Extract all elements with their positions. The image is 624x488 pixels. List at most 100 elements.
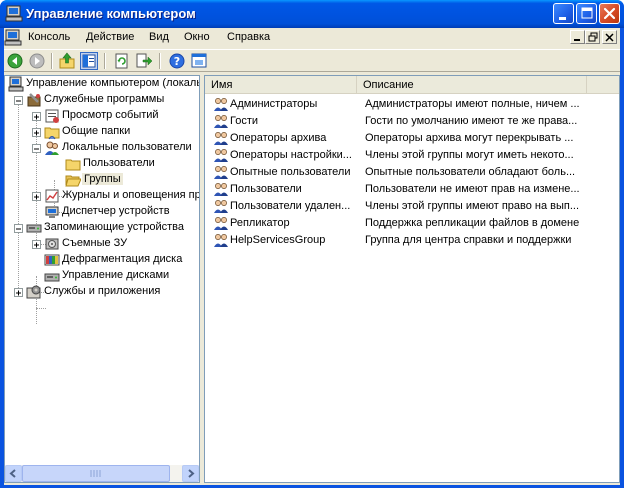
scroll-right-button[interactable] <box>182 465 199 482</box>
tree-item-disk-management[interactable]: Управление дисками <box>62 269 169 281</box>
table-row[interactable]: Гости Гости по умолчанию имеют те же прав… <box>205 113 619 130</box>
tree-item-groups[interactable]: Группы <box>82 173 123 185</box>
toolbar-separator <box>104 53 106 69</box>
expand-toggle[interactable] <box>14 288 23 297</box>
computer-management-icon <box>8 76 24 92</box>
tree-item-shared-folders[interactable]: Общие папки <box>62 125 130 137</box>
tree-item-services[interactable]: Службы и приложения <box>44 285 160 297</box>
console-app-icon[interactable] <box>4 29 22 46</box>
mdi-restore-button[interactable] <box>585 30 600 44</box>
tree-item-defrag[interactable]: Дефрагментация диска <box>62 253 182 265</box>
refresh-button[interactable] <box>113 52 131 70</box>
plus-icon <box>34 194 39 200</box>
tree-item-event-viewer[interactable]: Просмотр событий <box>62 109 159 121</box>
up-level-button[interactable] <box>58 52 76 70</box>
table-row[interactable]: HelpServicesGroup Группа для центра справ… <box>205 232 619 249</box>
removable-storage-icon <box>45 238 59 250</box>
defrag-icon <box>44 254 60 266</box>
forward-button[interactable] <box>28 52 46 70</box>
menu-console[interactable]: Консоль <box>28 31 70 43</box>
export-list-icon <box>136 53 153 68</box>
tree-item-local-users[interactable]: Локальные пользователи <box>62 141 192 153</box>
column-header-description[interactable]: Описание <box>357 76 587 94</box>
tree-item-computer-management[interactable]: Управление компьютером (локаль <box>26 77 199 89</box>
group-description: Администраторы имеют полные, ничем ... <box>365 98 580 110</box>
collapse-toggle[interactable] <box>14 224 23 233</box>
maximize-button[interactable] <box>576 3 597 24</box>
group-icon <box>214 200 228 213</box>
column-header-name[interactable]: Имя <box>205 76 357 94</box>
console-view-button[interactable] <box>190 52 208 70</box>
tree-item-removable-storage[interactable]: Съемные ЗУ <box>62 237 127 249</box>
plus-icon <box>34 130 39 136</box>
help-button[interactable]: ? <box>168 52 186 70</box>
grip-icon <box>90 470 101 477</box>
show-hide-tree-button[interactable] <box>80 52 98 70</box>
expand-toggle[interactable] <box>32 192 41 201</box>
collapse-toggle[interactable] <box>32 144 41 153</box>
menu-view[interactable]: Вид <box>149 31 169 43</box>
group-description: Члены этой группы могут иметь некото... <box>365 149 574 161</box>
menu-help[interactable]: Справка <box>227 31 270 43</box>
tree-horizontal-scrollbar[interactable] <box>5 465 199 482</box>
up-folder-icon <box>59 52 75 69</box>
scroll-thumb[interactable] <box>22 465 170 482</box>
expand-toggle[interactable] <box>32 240 41 249</box>
tools-icon <box>27 93 41 107</box>
toolbar-separator <box>51 53 53 69</box>
tree-line <box>36 308 46 309</box>
mdi-close-button[interactable] <box>602 30 617 44</box>
scroll-left-button[interactable] <box>5 465 22 482</box>
title-bar[interactable]: Управление компьютером <box>0 0 624 28</box>
device-manager-icon <box>45 206 59 218</box>
table-row[interactable]: Репликатор Поддержка репликации файлов в … <box>205 215 619 232</box>
group-icon <box>214 234 228 247</box>
console-tree[interactable]: Управление компьютером (локаль Служебные… <box>4 75 200 483</box>
results-list[interactable]: Имя Описание Администраторы Администратор… <box>204 75 620 483</box>
svg-text:?: ? <box>174 55 180 68</box>
group-name: Гости <box>230 115 259 127</box>
menu-window[interactable]: Окно <box>184 31 210 43</box>
table-row[interactable]: Пользователи удален... Члены этой группы … <box>205 198 619 215</box>
plus-icon <box>16 290 21 296</box>
expand-toggle[interactable] <box>32 112 41 121</box>
close-button[interactable] <box>599 3 620 24</box>
back-button[interactable] <box>6 52 24 70</box>
folder-icon <box>65 159 81 171</box>
group-description: Опытные пользователи обладают боль... <box>365 166 576 178</box>
group-description: Операторы архива могут перекрывать ... <box>365 132 574 144</box>
forward-arrow-icon <box>29 53 45 69</box>
minus-icon <box>16 228 21 230</box>
tree-item-storage[interactable]: Запоминающие устройства <box>44 221 184 233</box>
group-name: Пользователи удален... <box>230 200 351 212</box>
group-name: Операторы архива <box>230 132 327 144</box>
tree-item-performance-logs[interactable]: Журналы и оповещения пр <box>62 189 199 201</box>
console-view-icon <box>191 53 207 68</box>
maximize-icon <box>581 7 593 19</box>
collapse-toggle[interactable] <box>14 96 23 105</box>
minimize-button[interactable] <box>553 3 574 24</box>
group-name: Пользователи <box>230 183 302 195</box>
client-area: Консоль Действие Вид Окно Справка ? Упра… <box>4 28 620 485</box>
folder-open-icon <box>65 175 81 187</box>
menu-action[interactable]: Действие <box>86 31 134 43</box>
tree-item-system-tools[interactable]: Служебные программы <box>44 93 164 105</box>
mdi-minimize-button[interactable] <box>570 30 585 44</box>
group-icon <box>214 183 228 196</box>
event-viewer-icon <box>45 109 59 123</box>
table-row[interactable]: Опытные пользователи Опытные пользователи… <box>205 164 619 181</box>
refresh-icon <box>115 53 128 69</box>
table-row[interactable]: Пользователи Пользователи не имеют прав н… <box>205 181 619 198</box>
tree-item-users[interactable]: Пользователи <box>83 157 155 169</box>
expand-toggle[interactable] <box>32 128 41 137</box>
group-icon <box>214 166 228 179</box>
services-icon <box>26 285 41 299</box>
table-row[interactable]: Администраторы Администраторы имеют полны… <box>205 96 619 113</box>
tree-line <box>18 100 19 292</box>
export-list-button[interactable] <box>135 52 153 70</box>
back-arrow-icon <box>7 53 23 69</box>
tree-item-device-manager[interactable]: Диспетчер устройств <box>62 205 170 217</box>
group-description: Группа для центра справки и поддержки <box>365 234 572 246</box>
table-row[interactable]: Операторы настройки... Члены этой группы … <box>205 147 619 164</box>
table-row[interactable]: Операторы архива Операторы архива могут п… <box>205 130 619 147</box>
